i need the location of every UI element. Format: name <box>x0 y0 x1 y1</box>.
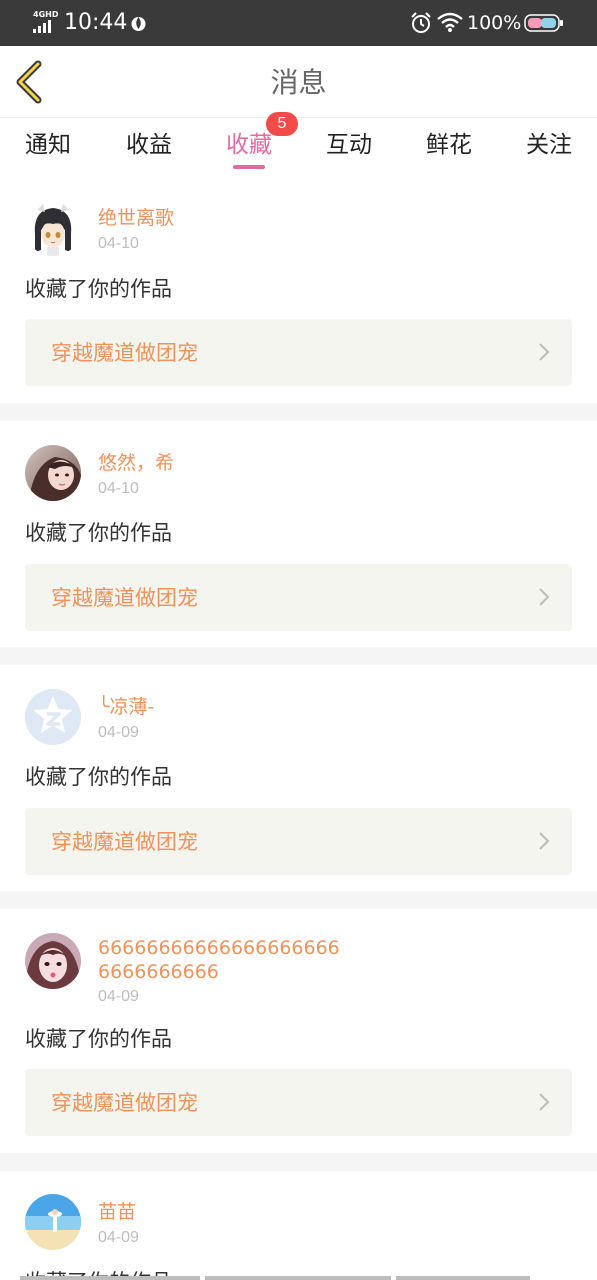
username[interactable]: 苗苗 <box>98 1200 136 1224</box>
page-title: 消息 <box>270 66 327 99</box>
avatar[interactable] <box>25 200 81 256</box>
chevron-right-icon <box>539 1093 550 1111</box>
avatar[interactable] <box>25 689 81 745</box>
bottom-strip <box>205 1276 391 1280</box>
tab-bar: 通知 收益 收藏 互动 鲜花 关注 <box>0 119 597 181</box>
tab-flowers[interactable]: 鲜花 <box>421 129 477 169</box>
active-tab-indicator <box>233 165 265 169</box>
message-date: 04-10 <box>98 480 139 497</box>
username[interactable]: ╰凉薄- <box>98 695 154 719</box>
message-date: 04-09 <box>98 724 139 741</box>
status-bar: 4GHD 10:44 100% <box>0 0 597 46</box>
chevron-right-icon <box>539 343 550 361</box>
tab-earnings[interactable]: 收益 <box>121 129 177 169</box>
chevron-right-icon <box>539 588 550 606</box>
default-star-avatar-icon <box>25 689 81 745</box>
nav-header: 消息 <box>0 46 597 118</box>
tab-interactions[interactable]: 互动 <box>321 129 377 169</box>
tab-favorites[interactable]: 收藏 <box>221 129 277 169</box>
wifi-icon <box>437 12 463 32</box>
message-date: 04-09 <box>98 1229 139 1246</box>
divider <box>0 1153 597 1171</box>
work-title: 穿越魔道做团宠 <box>51 341 198 365</box>
divider <box>0 891 597 909</box>
girl-photo-avatar-icon <box>25 445 81 501</box>
tab-follows[interactable]: 关注 <box>521 129 577 169</box>
signal-icon <box>33 20 51 33</box>
username-line-1[interactable]: 66666666666666666666 <box>98 936 340 960</box>
work-title: 穿越魔道做团宠 <box>51 1091 198 1115</box>
anime-character-avatar-icon <box>25 200 81 256</box>
clock: 10:44 <box>64 10 128 35</box>
avatar[interactable] <box>25 1194 81 1250</box>
username[interactable]: 悠然，希 <box>98 451 174 475</box>
action-text: 收藏了你的作品 <box>25 277 172 301</box>
work-link[interactable]: 穿越魔道做团宠 <box>25 808 572 875</box>
girl-photo-avatar-icon <box>25 933 81 989</box>
chevron-right-icon <box>539 832 550 850</box>
message-card: ╰凉薄- 04-09 收藏了你的作品 穿越魔道做团宠 <box>0 665 597 891</box>
network-type: 4GHD <box>33 10 59 19</box>
work-title: 穿越魔道做团宠 <box>51 830 198 854</box>
tab-notifications[interactable]: 通知 <box>20 129 76 169</box>
action-text: 收藏了你的作品 <box>25 765 172 789</box>
avatar[interactable] <box>25 933 81 989</box>
message-date: 04-09 <box>98 988 139 1005</box>
battery-percent: 100% <box>467 12 522 34</box>
notification-icon <box>131 17 146 31</box>
work-title: 穿越魔道做团宠 <box>51 586 198 610</box>
avatar[interactable] <box>25 445 81 501</box>
bottom-strip <box>396 1276 530 1280</box>
alarm-icon <box>411 12 431 33</box>
unread-badge: 5 <box>266 112 298 136</box>
message-date: 04-10 <box>98 235 139 252</box>
battery-icon <box>524 14 563 32</box>
message-card: 苗苗 04-09 收藏了你的作品 <box>0 1171 597 1280</box>
action-text: 收藏了你的作品 <box>25 1027 172 1051</box>
action-text: 收藏了你的作品 <box>25 521 172 545</box>
message-card: 绝世离歌 04-10 收藏了你的作品 穿越魔道做团宠 <box>0 182 597 403</box>
username-line-2[interactable]: 6666666666 <box>98 960 219 984</box>
beach-photo-avatar-icon <box>25 1194 81 1250</box>
bottom-strip <box>20 1276 200 1280</box>
message-card: 66666666666666666666 6666666666 04-09 收藏… <box>0 909 597 1153</box>
divider <box>0 647 597 665</box>
divider <box>0 403 597 421</box>
work-link[interactable]: 穿越魔道做团宠 <box>25 1069 572 1136</box>
username[interactable]: 绝世离歌 <box>98 206 174 230</box>
work-link[interactable]: 穿越魔道做团宠 <box>25 564 572 631</box>
message-card: 悠然，希 04-10 收藏了你的作品 穿越魔道做团宠 <box>0 421 597 647</box>
work-link[interactable]: 穿越魔道做团宠 <box>25 319 572 386</box>
